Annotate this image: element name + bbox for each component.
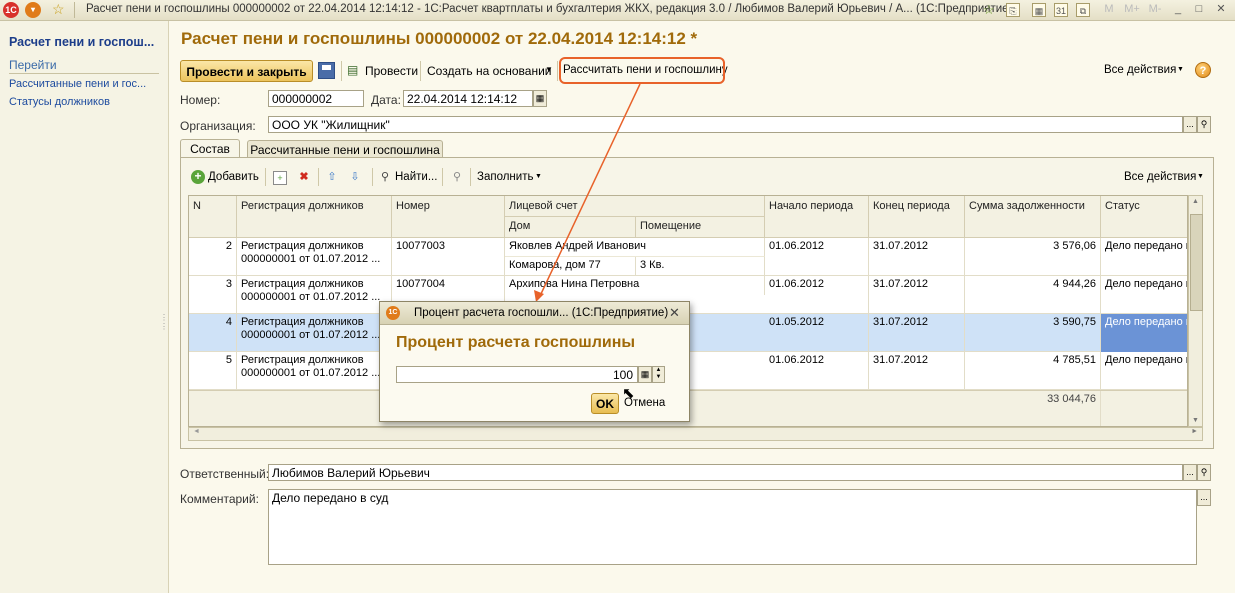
dialog-titlebar: 1С Процент расчета госпошли... (1С:Предп… — [380, 302, 689, 325]
spin-stepper[interactable]: ▲ ▼ — [652, 366, 665, 383]
app-logo-icon: 1С — [386, 306, 400, 320]
annotation-arrows — [534, 83, 641, 413]
dialog-title: Процент расчета госпошли... (1С:Предприя… — [414, 307, 669, 319]
calculator-icon[interactable]: ▦ — [638, 366, 652, 383]
mouse-cursor-icon: ⬉ — [622, 385, 635, 402]
annotation-arrow-line — [539, 83, 641, 297]
ok-button[interactable]: OK — [591, 393, 619, 414]
close-icon[interactable]: ✕ — [669, 305, 680, 321]
dialog-heading: Процент расчета госпошлины — [396, 334, 636, 351]
percent-input[interactable]: 100 — [396, 366, 638, 383]
percent-dialog: 1С Процент расчета госпошли... (1С:Предп… — [379, 301, 690, 422]
